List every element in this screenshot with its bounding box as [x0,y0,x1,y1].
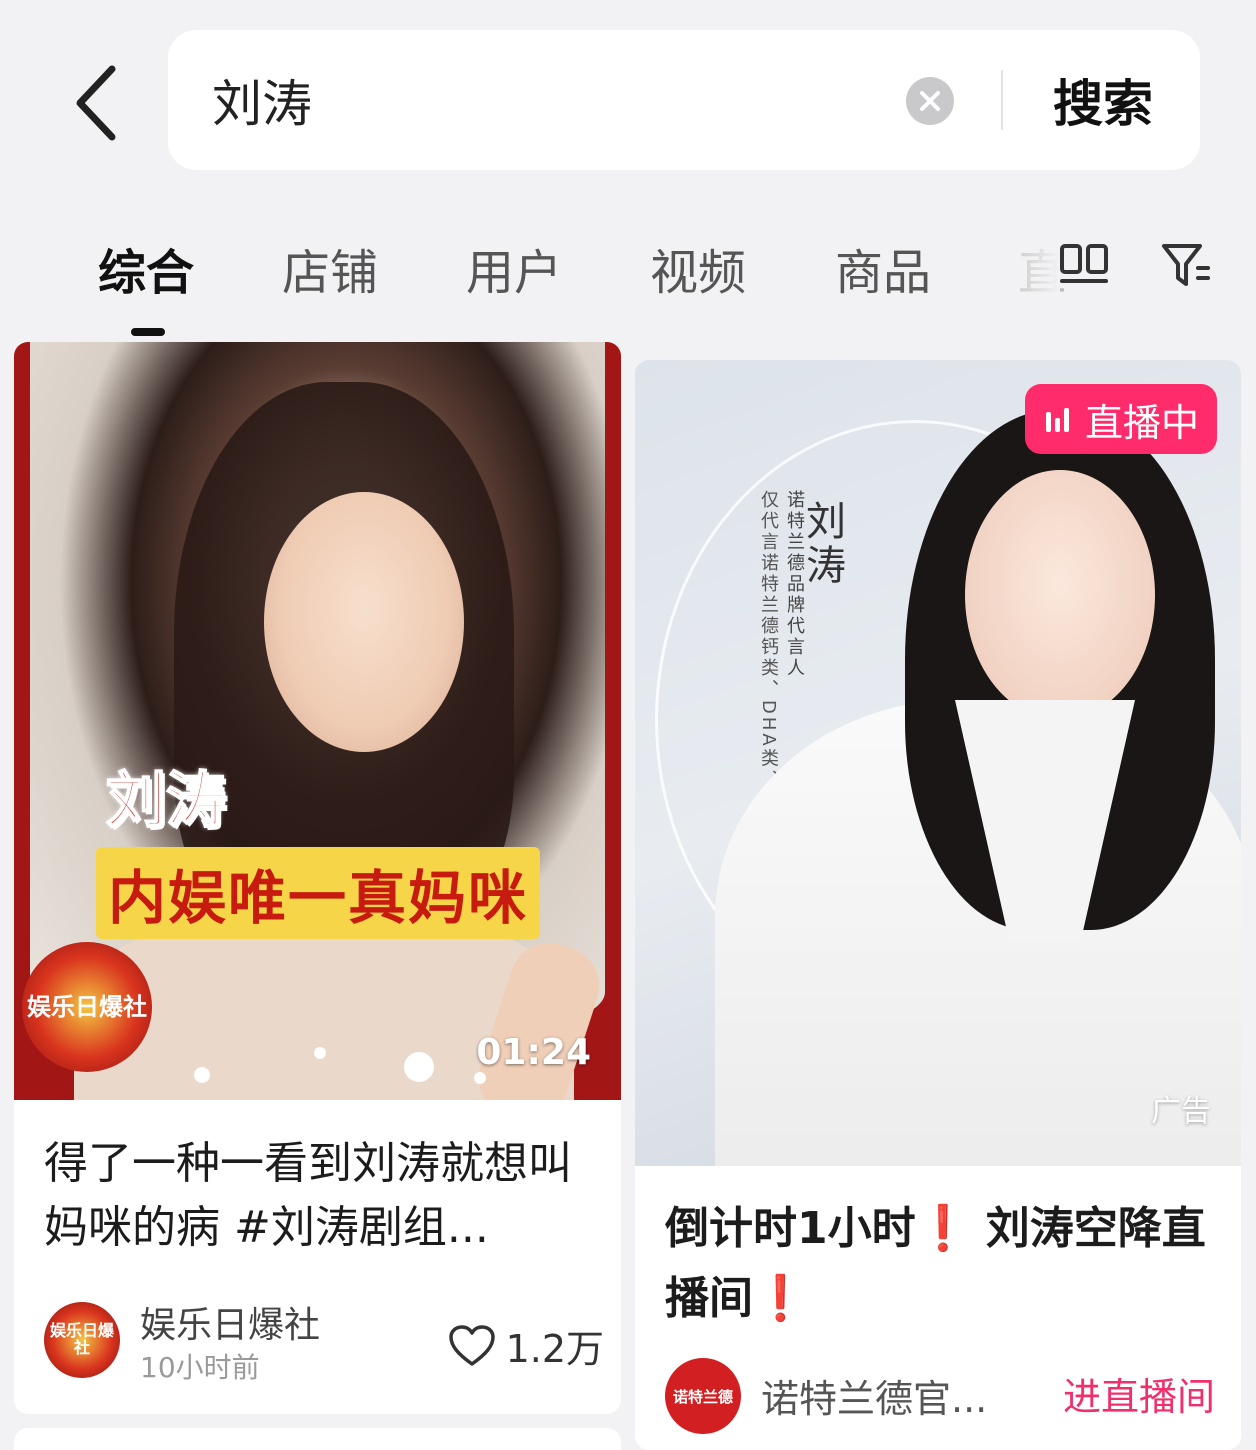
video-card[interactable]: 刘涛 内娱唯一真妈咪 娱乐日爆社 01:24 得了一种一看到刘涛就想叫妈咪的病 … [14,342,621,1414]
overlay-caption-name: 刘涛 [105,765,227,837]
decor-dot [314,1047,326,1059]
ad-label: 广告 [1151,1094,1211,1129]
filter-funnel-icon [1162,244,1210,286]
exclamation-icon: ❗ [915,1203,971,1254]
search-divider [1001,70,1003,130]
tab-fade-overlay [1010,225,1060,315]
clear-search-button[interactable] [906,77,954,125]
live-status-label: 直播中 [1084,400,1199,445]
live-bars-icon [1045,408,1069,432]
tab-shops[interactable]: 店铺 [282,233,378,303]
next-card-partial[interactable] [14,1428,621,1450]
store-row: 诺特兰德 诺特兰德官... 进直播间 [665,1350,1215,1440]
author-avatar[interactable]: 娱乐日爆社 [44,1302,120,1378]
search-box: 搜索 [168,30,1200,170]
live-thumbnail[interactable]: 仅代言诺特兰德钙类、DHA类、益生菌类系列产品 诺特兰德品牌代言人 刘涛 直播中… [635,360,1241,1166]
active-tab-indicator [131,328,165,336]
search-input[interactable] [212,60,872,140]
store-avatar[interactable]: 诺特兰德 [665,1358,741,1434]
exclamation-icon: ❗ [753,1273,808,1324]
back-button[interactable] [62,58,132,148]
decor-dot [474,1072,486,1084]
like-button[interactable]: 1.2万 [448,1318,604,1373]
live-status-badge[interactable]: 直播中 [1024,384,1217,454]
video-duration: 01:24 [476,1032,591,1073]
double-column-layout-icon [1060,244,1108,283]
filter-button[interactable] [1156,235,1216,295]
like-count: 1.2万 [505,1327,604,1371]
tab-products[interactable]: 商品 [835,233,931,303]
layout-toggle-button[interactable] [1054,235,1114,295]
tab-videos[interactable]: 视频 [650,233,746,303]
decor-dot [404,1052,434,1082]
clear-circle-icon [920,91,940,111]
live-title-part1: 倒计时1小时 [665,1203,916,1254]
video-title[interactable]: 得了一种一看到刘涛就想叫妈咪的病 #刘涛剧组... [14,1132,621,1260]
chevron-left-icon [76,65,116,141]
post-time: 10小时前 [140,1351,260,1384]
enter-live-room-button[interactable]: 进直播间 [1063,1366,1215,1421]
brand-ambassador-name: 刘涛 [799,500,845,588]
decor-dot [194,1067,210,1083]
tab-users[interactable]: 用户 [466,233,562,303]
channel-logo-badge: 娱乐日爆社 [22,942,152,1072]
search-header: 搜索 [0,0,1256,195]
live-title[interactable]: 倒计时1小时❗ 刘涛空降直播间❗ [635,1194,1241,1334]
thumbnail-face-shape [965,470,1155,720]
store-name[interactable]: 诺特兰德官... [761,1368,987,1423]
search-button[interactable]: 搜索 [1038,64,1168,136]
author-name[interactable]: 娱乐日爆社 [140,1296,320,1348]
live-ad-card[interactable]: 仅代言诺特兰德钙类、DHA类、益生菌类系列产品 诺特兰德品牌代言人 刘涛 直播中… [635,360,1241,1450]
overlay-caption-subtitle: 内娱唯一真妈咪 [96,847,541,939]
heart-outline-icon [448,1324,495,1366]
tab-comprehensive[interactable]: 综合 [98,233,194,303]
thumbnail-face-shape [264,492,464,752]
author-row: 娱乐日爆社 娱乐日爆社 10小时前 1.2万 [44,1294,604,1384]
category-tabs: 综合 店铺 用户 视频 商品 直 [0,205,1256,336]
video-thumbnail[interactable]: 刘涛 内娱唯一真妈咪 娱乐日爆社 01:24 [14,342,621,1100]
